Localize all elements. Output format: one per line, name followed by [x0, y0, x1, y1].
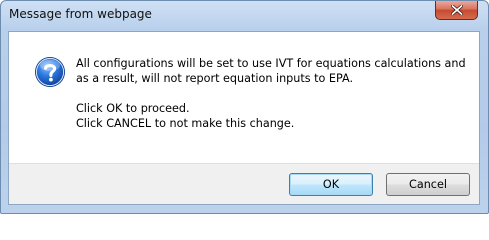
ok-button[interactable]: OK	[289, 173, 373, 196]
dialog-window: Message from webpage All configurations …	[0, 0, 489, 214]
dialog-client-area: All configurations will be set to use IV…	[8, 31, 480, 205]
close-button[interactable]	[435, 1, 478, 20]
message-line: as a result, will not report equation in…	[76, 72, 354, 85]
question-icon	[35, 57, 65, 87]
message-line: All configurations will be set to use IV…	[76, 57, 466, 70]
close-icon	[451, 5, 463, 15]
message-area: All configurations will be set to use IV…	[9, 32, 479, 163]
cancel-instruction: Click CANCEL to not make this change.	[76, 117, 295, 130]
title-bar[interactable]: Message from webpage	[1, 1, 488, 31]
dialog-message: All configurations will be set to use IV…	[76, 56, 471, 131]
window-title: Message from webpage	[9, 7, 152, 21]
proceed-instruction: Click OK to proceed.	[76, 102, 190, 115]
button-bar: OK Cancel	[9, 163, 479, 204]
cancel-button[interactable]: Cancel	[386, 173, 470, 196]
